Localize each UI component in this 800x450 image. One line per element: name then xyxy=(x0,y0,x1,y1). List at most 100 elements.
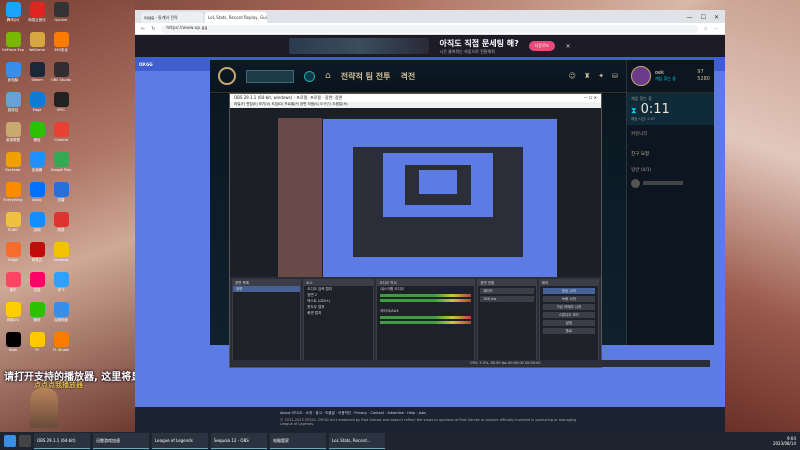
desktop-icon[interactable]: Edge xyxy=(26,92,48,121)
start-icon[interactable] xyxy=(4,435,16,447)
ad-close-icon[interactable]: ✕ xyxy=(565,43,570,50)
lol-home-icon[interactable] xyxy=(304,70,315,82)
loot-icon[interactable]: ✦ xyxy=(598,72,604,80)
desktop-icon[interactable]: 迅雷 xyxy=(50,182,72,211)
nested-obs-1 xyxy=(353,147,523,257)
desktop-icon[interactable]: Everything xyxy=(2,182,24,211)
desktop-icon[interactable]: 讯飞 xyxy=(50,272,72,301)
taskbar-item[interactable]: LoL Stats, Record... xyxy=(329,433,385,449)
source-item[interactable]: 화면 캡처 xyxy=(304,310,373,316)
taskbar-item[interactable]: 电脑管家 xyxy=(270,433,326,449)
desktop-icon[interactable]: PUBG xyxy=(2,212,24,241)
desktop-icon[interactable]: YY xyxy=(26,332,48,361)
start-streaming-button[interactable]: 방송 시작 xyxy=(542,288,595,294)
maximize-icon[interactable]: ☐ xyxy=(701,14,706,21)
desktop-icon-label: Steam xyxy=(31,78,43,82)
browser-tab-1[interactable]: opgg - 통계와 전략 xyxy=(141,12,203,23)
desktop-icon[interactable]: 网易云音乐 xyxy=(26,2,48,31)
refresh-icon[interactable]: ↻ xyxy=(151,26,155,32)
desktop-icon[interactable]: 网易UU xyxy=(2,302,24,331)
desktop-icon[interactable]: 微信 xyxy=(26,122,48,151)
friend-group-general[interactable]: 일반 (0/1) xyxy=(627,165,714,175)
search-icon[interactable] xyxy=(19,435,31,447)
ad-download-button[interactable]: 다운로드 xyxy=(528,41,556,51)
taskbar: OBS 29.1.1 (64-bit) 迅雷游戏加速 League of Leg… xyxy=(0,432,800,450)
desktop-icon[interactable]: 网易云 xyxy=(26,242,48,271)
collection-icon[interactable]: ♜ xyxy=(584,72,590,80)
ad-banner[interactable]: 아직도 직접 문세팅 해? 시간 줄여줘는 자동으로 전환해줘 다운로드 ✕ xyxy=(135,35,725,57)
lol-logo-icon[interactable] xyxy=(218,67,236,85)
summoner-avatar[interactable] xyxy=(631,66,651,86)
back-icon[interactable]: ← xyxy=(141,26,145,32)
transition-duration[interactable]: 300 ms xyxy=(480,296,534,302)
desktop-icon[interactable]: 百度网盘 xyxy=(50,302,72,331)
desktop-icon[interactable]: 腾讯QQ xyxy=(2,2,24,31)
desktop-icon-label: 战网 xyxy=(33,228,41,232)
desktop-icon[interactable]: 迅游 xyxy=(26,272,48,301)
close-icon[interactable]: ✕ xyxy=(714,14,719,21)
lol-nav-tft[interactable]: 전략적 팀 전투 xyxy=(341,71,391,82)
desktop-icon[interactable]: 英雄联盟 xyxy=(2,122,24,151)
taskbar-item[interactable]: League of Legends xyxy=(152,433,208,449)
desktop-icon[interactable]: Kook xyxy=(2,332,24,361)
desktop-icon[interactable]: Google Play xyxy=(50,152,72,181)
friend-row[interactable] xyxy=(627,175,714,192)
footer-links[interactable]: About OP.GG · 소개 · 광고 · 도움말 · 이용약관 · Pri… xyxy=(280,411,580,416)
obs-preview-canvas[interactable] xyxy=(230,108,601,278)
star-icon[interactable]: ☆ xyxy=(704,26,708,32)
desktop-icon[interactable]: 音乐 xyxy=(2,272,24,301)
start-recording-button[interactable]: 녹화 시작 xyxy=(542,296,595,302)
taskbar-item[interactable]: OBS 29.1.1 (64-bit) xyxy=(34,433,90,449)
desktop-icon[interactable]: Steam xyxy=(26,62,48,91)
friend-name-blur xyxy=(643,181,683,185)
desktop-icon[interactable]: 网易 xyxy=(50,212,72,241)
desktop-icon[interactable]: 微信 xyxy=(26,302,48,331)
desktop-icon[interactable]: 战网 xyxy=(26,212,48,241)
desktop-icon[interactable]: 回收站 xyxy=(2,92,24,121)
desktop-icon[interactable]: 360安全 xyxy=(50,32,72,61)
url-input[interactable]: https://www.op.gg xyxy=(161,24,698,33)
menu-icon[interactable]: ⋯ xyxy=(714,26,719,32)
desktop-icon[interactable]: Uplay xyxy=(26,182,48,211)
desktop-icon[interactable]: Chrome xyxy=(50,122,72,151)
desktop-icon[interactable]: EPIC xyxy=(50,92,72,121)
opgg-logo[interactable]: OP.GG xyxy=(139,62,153,67)
friend-requests-header[interactable]: 친구 요청 xyxy=(627,149,714,159)
queue-timer-panel[interactable]: 게임 찾는 중 ⧗ 0:11 예상 시간: 2:07 xyxy=(627,93,714,125)
taskbar-item[interactable]: 迅雷游戏加速 xyxy=(93,433,149,449)
scene-item[interactable]: 장면 xyxy=(233,286,301,292)
transition-select[interactable]: 페이드 xyxy=(480,288,534,294)
desktop-icon[interactable]: GeForce Experience xyxy=(2,32,24,61)
virtual-camera-button[interactable]: 가상 카메라 시작 xyxy=(542,304,595,310)
desktop-icon[interactable]: Origin xyxy=(2,242,24,271)
desktop-pet-avatar[interactable] xyxy=(30,388,58,428)
obs-window-controls[interactable]: — ☐ ✕ xyxy=(584,95,597,101)
app-icon xyxy=(29,122,45,137)
studio-mode-button[interactable]: 스튜디오 모드 xyxy=(542,312,595,318)
store-icon[interactable]: ⛁ xyxy=(612,72,618,80)
desktop-icon-label: 腾讯QQ xyxy=(6,18,20,22)
browser-tab-2[interactable]: LoL Stats, Record Replay, Guides xyxy=(205,12,267,23)
taskbar-item[interactable]: Sequoia 12 - OBS xyxy=(211,433,267,449)
obs-statusbar: CPU: 3.5%, 60.00 fps 00:00:00 00:00:00 xyxy=(230,360,710,367)
desktop-icon[interactable]: WeGame xyxy=(26,32,48,61)
settings-button[interactable]: 설정 xyxy=(542,320,595,326)
desktop-icon[interactable]: Sandbox xyxy=(50,242,72,271)
app-icon xyxy=(53,122,69,137)
sources-dock: 소스 오디오 입력 캡처 장면 2 텍스트 (GDI+) 윈도우 캡처 화면 캡… xyxy=(303,279,375,365)
minimize-icon[interactable]: — xyxy=(687,14,693,21)
exit-button[interactable]: 종료 xyxy=(542,328,595,334)
lol-nav-clash[interactable]: 격전 xyxy=(400,71,415,82)
desktop-icon[interactable]: Quicker xyxy=(50,2,72,31)
lol-play-button[interactable] xyxy=(246,69,294,83)
desktop-icon[interactable]: OBS Studio xyxy=(50,62,72,91)
profile-icon[interactable]: ☺ xyxy=(569,72,576,80)
desktop-icon[interactable]: 加速器 xyxy=(26,152,48,181)
desktop-icon[interactable]: 此电脑 xyxy=(2,62,24,91)
home-icon[interactable]: ⌂ xyxy=(325,71,331,81)
desktop-icon[interactable]: FL Studio xyxy=(50,332,72,361)
system-tray-clock[interactable]: 9:04 2023/08/14 xyxy=(773,436,800,446)
desktop-icon-label: 网易UU xyxy=(6,318,20,322)
desktop-icon[interactable]: Rockstar xyxy=(2,152,24,181)
desktop-icon-label: Sandbox xyxy=(53,258,69,262)
